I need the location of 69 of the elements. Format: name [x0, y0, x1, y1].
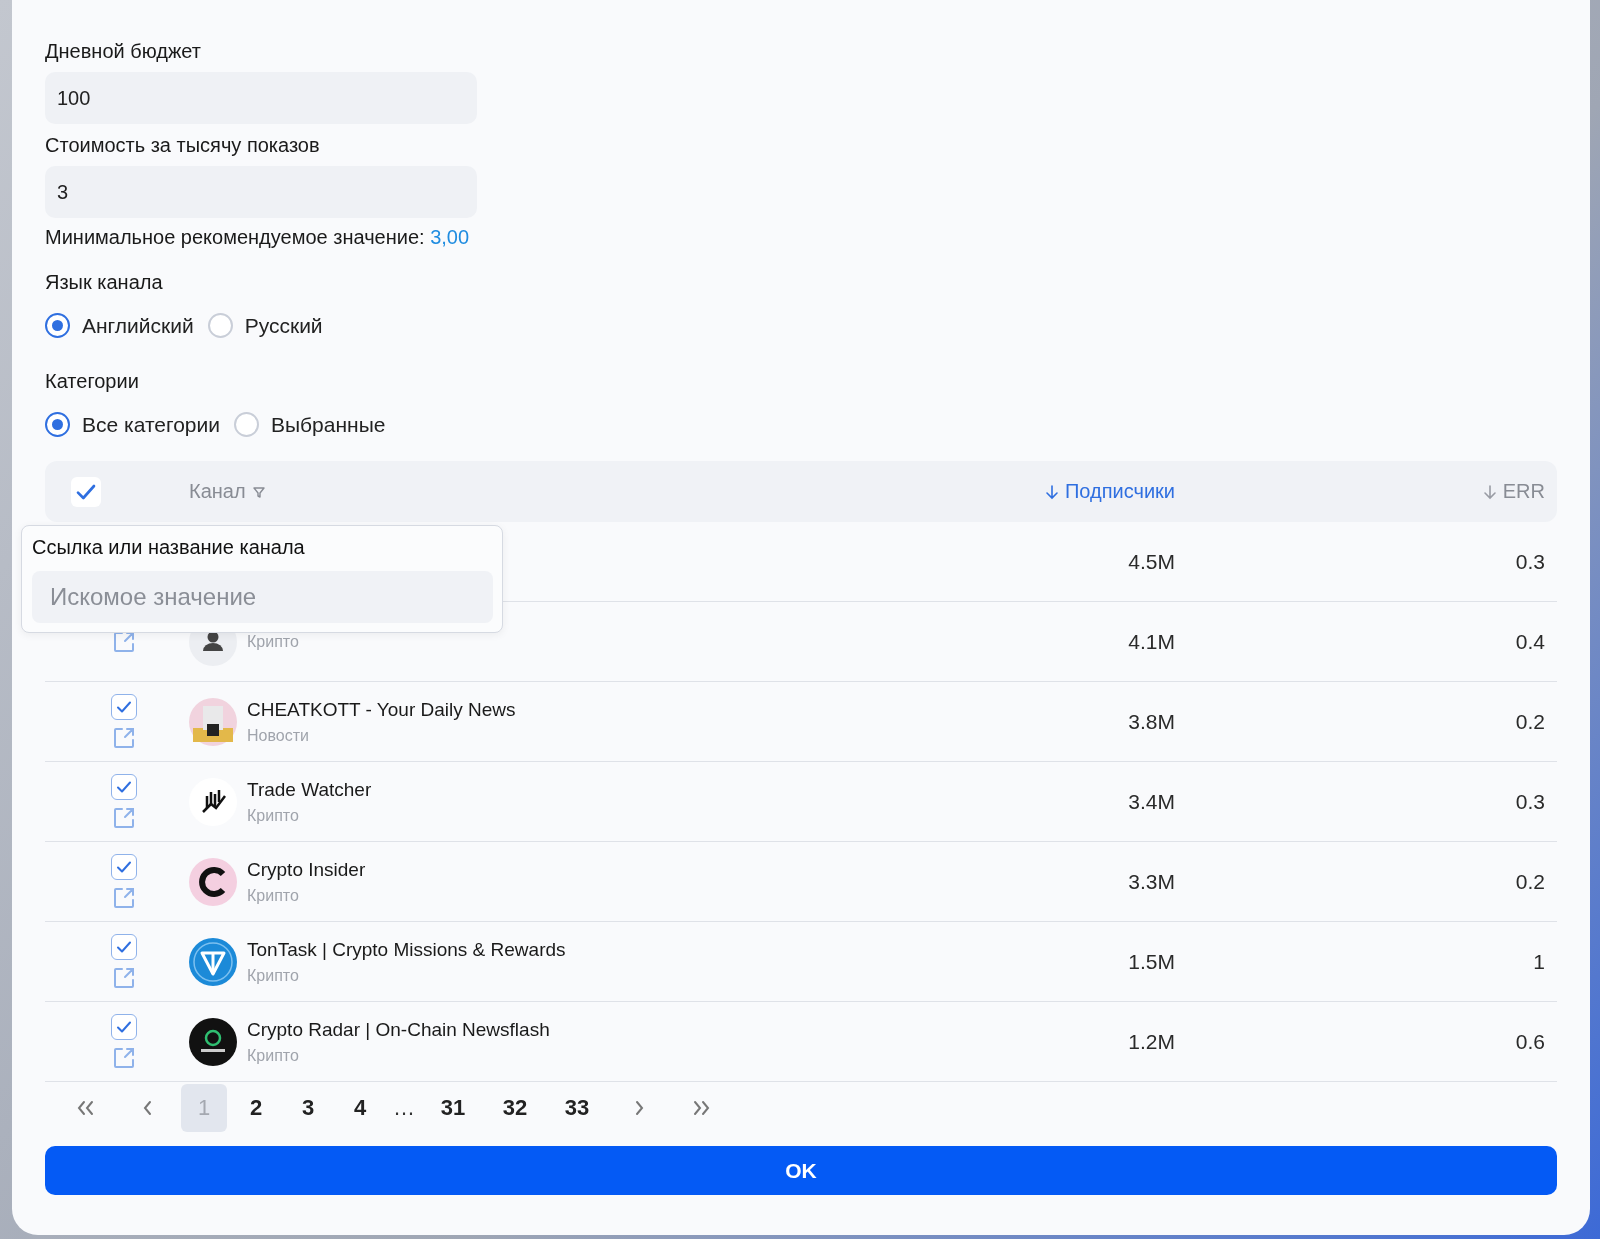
field-label: Стоимость за тысячу показов: [45, 133, 321, 158]
row-checkbox[interactable]: [111, 1013, 137, 1040]
column-header[interactable]: Подписчики: [945, 480, 1175, 503]
external-link-icon[interactable]: [112, 725, 136, 750]
row-checkbox[interactable]: [111, 853, 137, 880]
channel-category: Крипто: [247, 806, 300, 825]
subscribers-cell-text: 3.4M: [1127, 789, 1175, 814]
channel-category: Крипто: [247, 1046, 300, 1065]
channel-category: Крипто: [247, 886, 300, 905]
channel-category: Крипто: [247, 966, 300, 985]
page-button[interactable]: 4: [337, 1084, 383, 1132]
ok-button[interactable]: OK: [45, 1146, 1557, 1195]
section-label: Категории: [45, 369, 140, 394]
radio-option[interactable]: Английский: [45, 313, 194, 338]
channel-avatar-image: [189, 697, 237, 746]
page-button[interactable]: 33: [549, 1084, 605, 1132]
external-link-icon[interactable]: [112, 885, 136, 910]
subscribers-cell-text: 3.8M: [1127, 709, 1175, 734]
chevron-icon: [633, 1100, 645, 1116]
channel-name: Crypto Insider: [247, 858, 366, 881]
channel-category: Новости: [247, 726, 310, 745]
err-cell-text: 1: [1532, 949, 1545, 974]
err-cell-text: 0.2: [1514, 709, 1545, 734]
popup-title: Ссылка или название канала: [32, 536, 306, 559]
err-cell-text: 0.3: [1514, 789, 1545, 814]
page-button[interactable]: 32: [487, 1084, 543, 1132]
section-label: Язык канала: [45, 270, 164, 295]
subscribers-cell-text: 1.2M: [1127, 1029, 1175, 1054]
page-button[interactable]: 2: [233, 1084, 279, 1132]
letter-c-avatar-icon: [189, 857, 237, 906]
filter-icon[interactable]: [251, 484, 266, 499]
field-label: Дневной бюджет: [45, 39, 202, 64]
recommendation-text: Минимальное рекомендуемое значение: 3,00: [45, 226, 471, 249]
external-link-icon[interactable]: [112, 1045, 136, 1070]
subscribers-cell-text: 1.5M: [1127, 949, 1175, 974]
row-checkbox[interactable]: [111, 933, 137, 960]
cpm-input[interactable]: 3: [45, 166, 477, 218]
radio-option[interactable]: Русский: [207, 313, 323, 338]
row-checkbox[interactable]: [111, 773, 137, 800]
pagination-ellipsis: …: [392, 1095, 416, 1121]
err-cell-text: 0.3: [1514, 549, 1545, 574]
channel-name: CHEATKOTT - Your Daily News: [247, 698, 516, 721]
subscribers-cell-text: 3.3M: [1127, 869, 1175, 894]
subscribers-cell-text: 4.1M: [1127, 629, 1175, 654]
channel-name: TonTask | Crypto Missions & Rewards: [247, 938, 566, 961]
double-chevron-icon: [75, 1100, 95, 1116]
double-chevron-icon: [691, 1100, 711, 1116]
sort-arrow-icon: [1482, 483, 1497, 500]
search-field[interactable]: Искомое значение: [32, 571, 493, 623]
err-cell-text: 0.2: [1514, 869, 1545, 894]
sort-arrow-icon: [1044, 483, 1059, 500]
channel-name: Crypto Radar | On-Chain Newsflash: [247, 1018, 550, 1041]
row-checkbox[interactable]: [111, 693, 137, 720]
radio-option[interactable]: Выбранные: [233, 412, 386, 437]
external-link-icon[interactable]: [112, 805, 136, 830]
budget-input[interactable]: 100: [45, 72, 477, 124]
chevron-icon: [141, 1100, 153, 1116]
channel-name: Trade Watcher: [247, 778, 372, 801]
chart-avatar-icon: [189, 777, 237, 826]
channel-category: Крипто: [247, 632, 299, 651]
err-cell-text: 0.6: [1514, 1029, 1545, 1054]
page-button[interactable]: 3: [285, 1084, 331, 1132]
select-all-checkbox[interactable]: [71, 476, 101, 507]
err-cell-text: 0.4: [1514, 629, 1545, 654]
radio-option[interactable]: Все категории: [45, 412, 220, 437]
triangle-avatar-icon: [189, 937, 237, 986]
external-link-icon[interactable]: [112, 965, 136, 990]
subscribers-cell-text: 4.5M: [1127, 549, 1175, 574]
page-button[interactable]: 31: [425, 1084, 481, 1132]
